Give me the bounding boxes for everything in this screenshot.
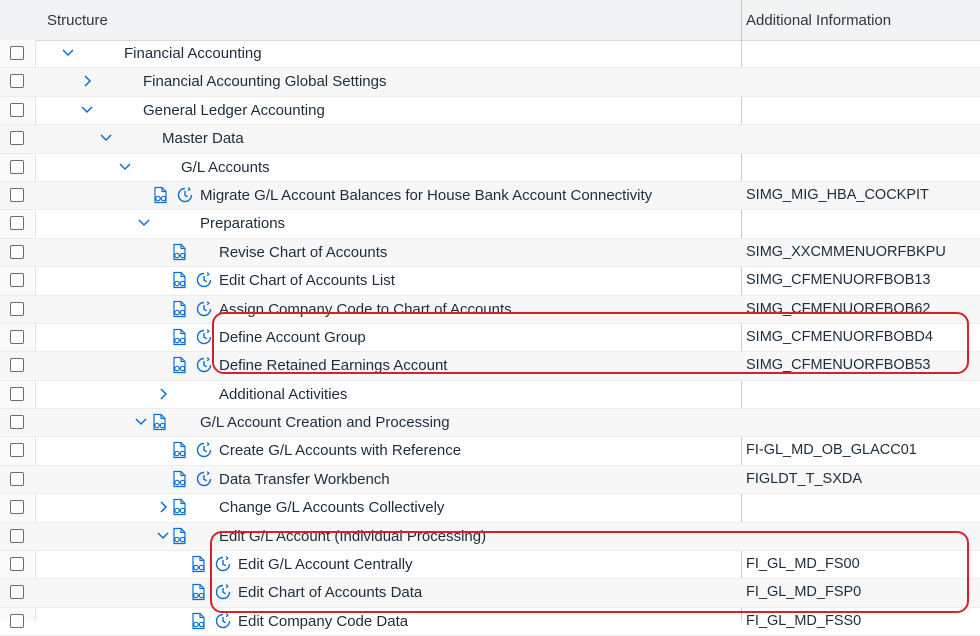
additional-info-value: FIGLDT_T_SXDA xyxy=(746,470,863,487)
row-checkbox[interactable] xyxy=(10,415,24,430)
row-checkbox[interactable] xyxy=(10,471,24,486)
clock-execute-icon[interactable] xyxy=(195,328,213,346)
tree-node-label[interactable]: General Ledger Accounting xyxy=(143,97,325,124)
highlight-box xyxy=(212,312,969,374)
tree-row[interactable]: G/L Accounts xyxy=(0,154,980,182)
chevron-down-icon[interactable] xyxy=(117,157,133,177)
tree-node-label[interactable]: Edit Chart of Accounts List xyxy=(219,267,395,294)
column-header-additional-info[interactable]: Additional Information xyxy=(746,0,891,42)
tree-node-label[interactable]: Revise Chart of Accounts xyxy=(219,239,387,266)
chevron-down-icon[interactable] xyxy=(155,526,171,546)
additional-info-value: SIMG_CFMENUORFBOB13 xyxy=(746,272,931,289)
clock-execute-icon[interactable] xyxy=(195,470,213,488)
document-glasses-icon[interactable] xyxy=(190,583,208,601)
tree-node-label[interactable]: Financial Accounting xyxy=(124,40,262,67)
row-checkbox[interactable] xyxy=(10,131,24,146)
tree-row[interactable]: Financial Accounting xyxy=(0,40,980,69)
chevron-right-icon[interactable] xyxy=(155,497,171,517)
tree-row[interactable]: Master Data xyxy=(0,125,980,154)
tree-row[interactable]: Additional Activities xyxy=(0,381,980,410)
row-checkbox[interactable] xyxy=(10,46,24,60)
tree-node-label[interactable]: Change G/L Accounts Collectively xyxy=(219,494,444,521)
row-checkbox[interactable] xyxy=(10,74,24,89)
tree-node-label[interactable]: Preparations xyxy=(200,210,285,237)
highlight-box xyxy=(210,531,969,613)
column-header-structure[interactable]: Structure xyxy=(47,0,108,42)
document-glasses-icon[interactable] xyxy=(152,186,170,204)
tree-row[interactable]: Create G/L Accounts with Reference FI-GL_… xyxy=(0,437,980,466)
clock-execute-icon[interactable] xyxy=(195,300,213,318)
chevron-right-icon[interactable] xyxy=(79,71,95,91)
document-glasses-icon[interactable] xyxy=(171,243,189,261)
tree-row[interactable]: Change G/L Accounts Collectively xyxy=(0,494,980,523)
row-checkbox[interactable] xyxy=(10,244,24,259)
tree-row[interactable]: Migrate G/L Account Balances for House B… xyxy=(0,181,980,211)
document-glasses-icon[interactable] xyxy=(171,300,189,318)
tree-node-label[interactable]: G/L Account Creation and Processing xyxy=(200,409,450,436)
row-checkbox[interactable] xyxy=(10,329,24,344)
document-glasses-icon[interactable] xyxy=(171,470,189,488)
tree-row[interactable]: Edit Chart of Accounts List SIMG_CFMENUOR… xyxy=(0,267,980,296)
document-glasses-icon[interactable] xyxy=(171,328,189,346)
tree-node-label[interactable]: Master Data xyxy=(162,125,244,152)
row-checkbox[interactable] xyxy=(10,585,24,600)
tree-row[interactable]: G/L Account Creation and Processing xyxy=(0,409,980,438)
document-glasses-icon[interactable] xyxy=(171,356,189,374)
chevron-down-icon[interactable] xyxy=(79,100,95,120)
tree-node-label[interactable]: Migrate G/L Account Balances for House B… xyxy=(200,182,652,209)
document-glasses-icon[interactable] xyxy=(171,527,189,545)
clock-execute-icon[interactable] xyxy=(195,441,213,459)
tree-row[interactable]: Revise Chart of Accounts SIMG_XXCMMENUORF… xyxy=(0,238,980,268)
tree-header: Structure Additional Information xyxy=(0,0,980,41)
document-glasses-icon[interactable] xyxy=(151,413,169,431)
row-checkbox[interactable] xyxy=(10,528,24,543)
row-checkbox[interactable] xyxy=(10,187,24,202)
tree-row[interactable]: Preparations xyxy=(0,210,980,239)
row-checkbox[interactable] xyxy=(10,216,24,231)
tree-row[interactable]: Financial Accounting Global Settings xyxy=(0,68,980,97)
document-glasses-icon[interactable] xyxy=(171,271,189,289)
tree-node-label[interactable]: Create G/L Accounts with Reference xyxy=(219,437,461,464)
clock-execute-icon[interactable] xyxy=(195,356,213,374)
tree-node-label[interactable]: Additional Activities xyxy=(219,381,347,408)
tree-row[interactable]: General Ledger Accounting xyxy=(0,97,980,126)
tree-node-label[interactable]: Data Transfer Workbench xyxy=(219,466,390,493)
clock-execute-icon[interactable] xyxy=(176,186,194,204)
additional-info-value: FI-GL_MD_OB_GLACC01 xyxy=(746,442,917,459)
row-checkbox[interactable] xyxy=(10,500,24,515)
customizing-structure-tree: Structure Additional Information Financi… xyxy=(0,0,980,636)
document-glasses-icon[interactable] xyxy=(190,555,208,573)
row-checkbox[interactable] xyxy=(10,557,24,572)
row-checkbox[interactable] xyxy=(10,358,24,373)
additional-info-value: SIMG_MIG_HBA_COCKPIT xyxy=(746,186,929,203)
tree-node-label[interactable]: G/L Accounts xyxy=(181,154,270,181)
document-glasses-icon[interactable] xyxy=(171,498,189,516)
chevron-down-icon[interactable] xyxy=(136,213,152,233)
chevron-down-icon[interactable] xyxy=(60,43,76,63)
tree-row[interactable]: Data Transfer Workbench FIGLDT_T_SXDA xyxy=(0,465,980,495)
document-glasses-icon[interactable] xyxy=(171,441,189,459)
row-checkbox[interactable] xyxy=(10,301,24,316)
row-checkbox[interactable] xyxy=(10,102,24,117)
row-checkbox[interactable] xyxy=(10,386,24,401)
row-checkbox[interactable] xyxy=(10,159,24,174)
chevron-right-icon[interactable] xyxy=(155,384,171,404)
chevron-down-icon[interactable] xyxy=(133,412,149,432)
row-checkbox[interactable] xyxy=(10,443,24,458)
tree-node-label[interactable]: Financial Accounting Global Settings xyxy=(143,68,386,95)
row-checkbox[interactable] xyxy=(10,273,24,288)
additional-info-value: SIMG_XXCMMENUORFBKPU xyxy=(746,243,946,260)
chevron-down-icon[interactable] xyxy=(98,128,114,148)
clock-execute-icon[interactable] xyxy=(195,271,213,289)
